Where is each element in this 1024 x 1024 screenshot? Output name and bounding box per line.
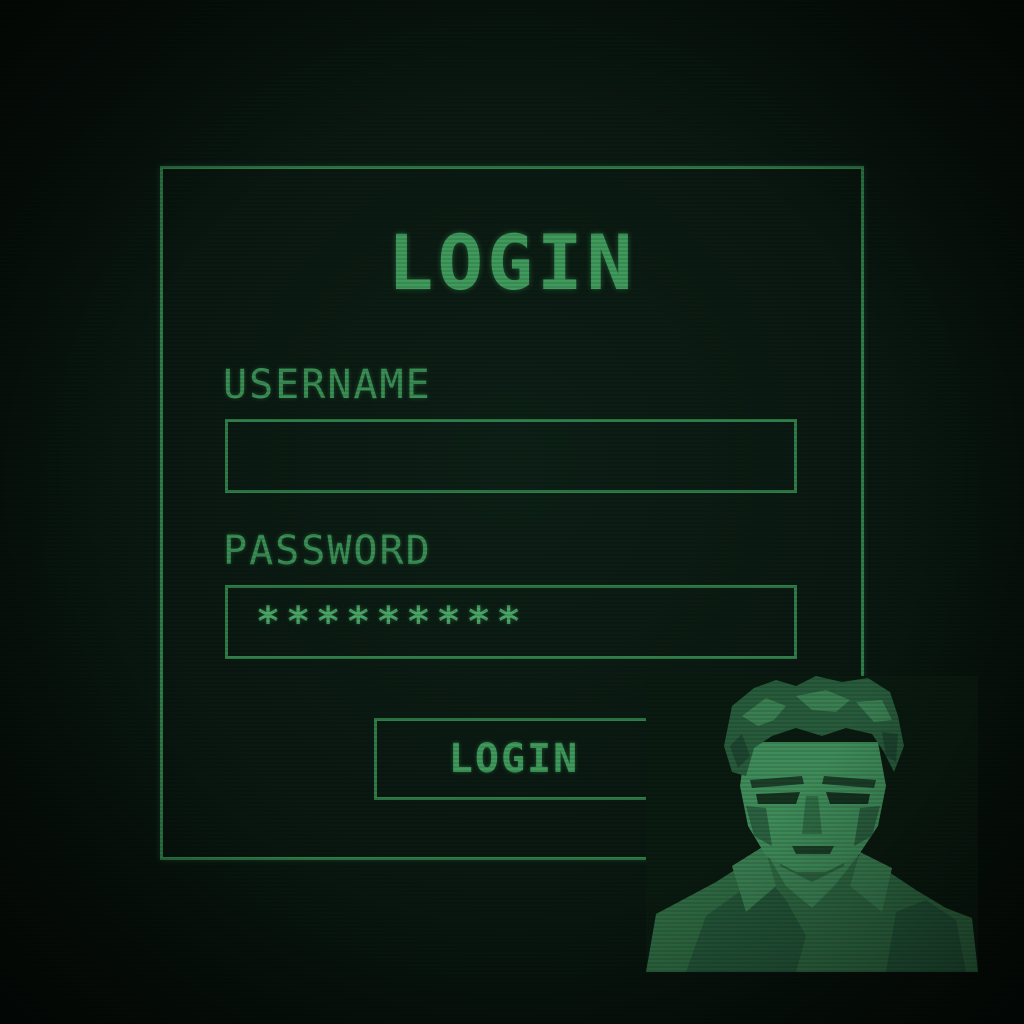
login-button[interactable]: LOGIN [374,718,654,800]
password-label: PASSWORD [223,528,432,574]
login-title: LOGIN [387,218,637,307]
password-input[interactable] [225,585,797,659]
operative-portrait-icon [646,676,978,972]
username-input[interactable] [225,419,797,493]
username-label: USERNAME [223,362,432,408]
